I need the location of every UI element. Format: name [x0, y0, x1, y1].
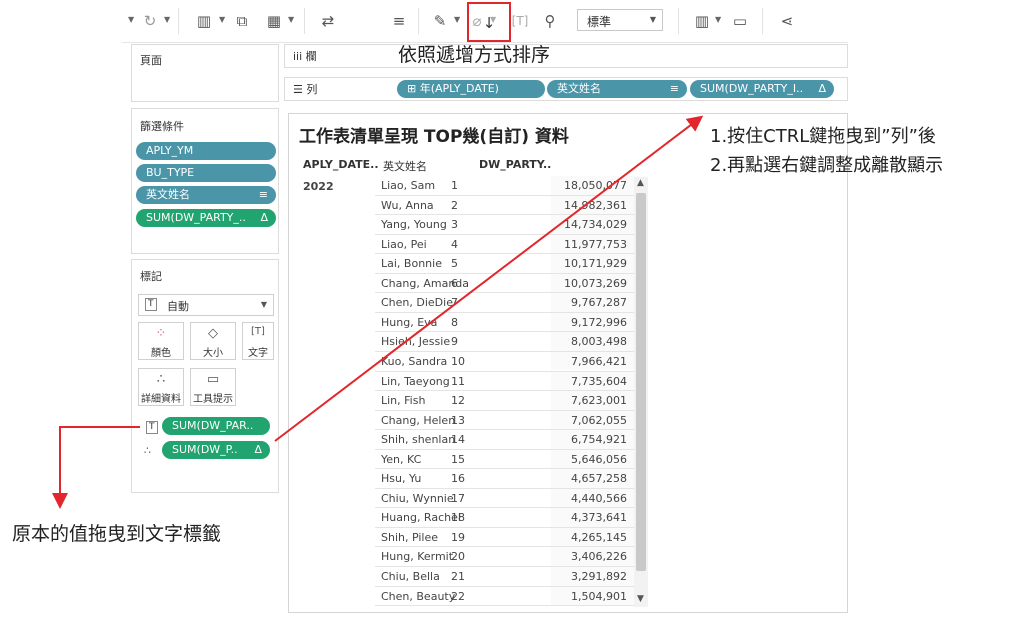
bottom-annotation: 原本的值拖曳到文字標籤: [12, 523, 222, 545]
sort-annotation: 依照遞增方式排序: [398, 44, 551, 66]
step1-annotation: 1.按住CTRL鍵拖曳到”列”後: [710, 126, 936, 147]
arrow-to-bottom-note: [52, 426, 140, 509]
step2-annotation: 2.再點選右鍵調整成離散顯示: [710, 155, 944, 176]
drag-arrow-to-rows: [274, 115, 704, 442]
